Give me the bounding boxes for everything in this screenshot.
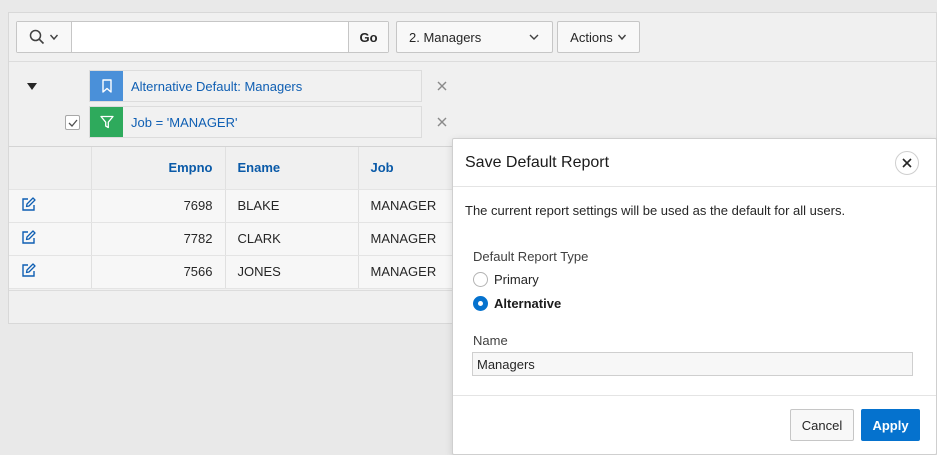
dialog-header: Save Default Report <box>453 139 936 187</box>
checkmark-icon <box>68 119 77 127</box>
column-header-edit <box>9 147 92 190</box>
edit-icon <box>22 262 36 277</box>
cell-ename: CLARK <box>225 222 359 256</box>
edit-icon <box>22 229 36 244</box>
saved-report-pill[interactable]: Alternative Default: Managers <box>89 70 422 102</box>
filter-enable-checkbox[interactable] <box>65 115 80 130</box>
column-header-ename[interactable]: Ename <box>225 147 359 190</box>
chevron-down-icon <box>617 34 626 41</box>
actions-label: Actions <box>570 29 613 45</box>
radio-alternative-label: Alternative <box>494 296 562 311</box>
dialog-close-button[interactable] <box>895 151 919 175</box>
toolbar-divider <box>9 61 937 62</box>
close-icon <box>902 158 912 168</box>
edit-link[interactable] <box>9 255 92 289</box>
radio-primary-label: Primary <box>494 272 539 287</box>
default-report-type-label: Default Report Type <box>473 249 589 264</box>
search-icon <box>29 29 45 45</box>
filter-icon <box>90 107 123 137</box>
edit-link[interactable] <box>9 189 92 223</box>
saved-report-select-value: 2. Managers <box>409 29 482 45</box>
column-header-empno[interactable]: Empno <box>91 147 226 190</box>
radio-circle <box>473 272 488 287</box>
saved-report-pill-label: Alternative Default: Managers <box>131 79 303 94</box>
save-default-report-dialog: Save Default Report The current report s… <box>452 138 937 455</box>
remove-saved-report-icon[interactable] <box>436 80 448 92</box>
go-button[interactable]: Go <box>348 22 388 52</box>
search-bar: Go <box>16 21 389 53</box>
radio-primary[interactable]: Primary <box>473 272 539 287</box>
cancel-button[interactable]: Cancel <box>790 409 854 441</box>
apply-button[interactable]: Apply <box>861 409 920 441</box>
dialog-title: Save Default Report <box>465 154 610 171</box>
actions-menu-button[interactable]: Actions <box>557 21 640 53</box>
edit-link[interactable] <box>9 222 92 256</box>
radio-alternative[interactable]: Alternative <box>473 296 561 311</box>
name-label: Name <box>473 333 508 348</box>
chevron-down-icon <box>49 34 59 41</box>
chevron-down-icon <box>529 34 539 40</box>
filter-pill-label: Job = 'MANAGER' <box>131 115 238 130</box>
cell-empno: 7566 <box>91 255 226 289</box>
collapse-filters-toggle[interactable] <box>26 81 38 93</box>
cell-ename: JONES <box>225 255 359 289</box>
search-column-menu-button[interactable] <box>17 22 72 52</box>
dialog-description: The current report settings will be used… <box>465 203 846 218</box>
filter-pill[interactable]: Job = 'MANAGER' <box>89 106 422 138</box>
radio-circle <box>473 296 488 311</box>
triangle-down-icon <box>27 83 37 90</box>
cell-empno: 7782 <box>91 222 226 256</box>
edit-icon <box>22 196 36 211</box>
cell-empno: 7698 <box>91 189 226 223</box>
name-input[interactable] <box>472 352 913 376</box>
cell-ename: BLAKE <box>225 189 359 223</box>
search-input[interactable] <box>73 22 345 52</box>
saved-report-select[interactable]: 2. Managers <box>396 21 553 53</box>
remove-filter-icon[interactable] <box>436 116 448 128</box>
bookmark-icon <box>90 71 123 101</box>
dialog-footer: Cancel Apply <box>453 395 936 455</box>
